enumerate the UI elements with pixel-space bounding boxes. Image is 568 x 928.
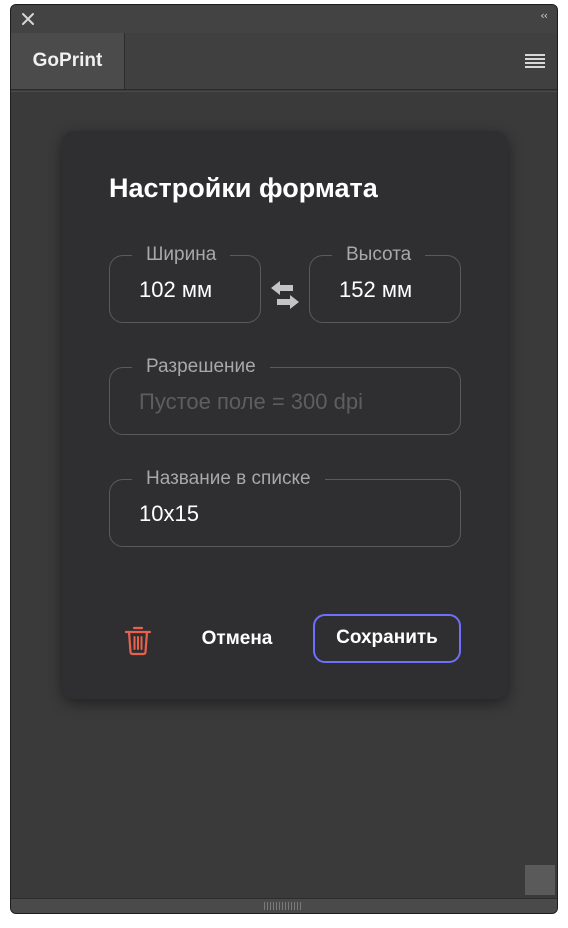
collapse-panel-button[interactable]: ‹‹ xyxy=(540,9,548,22)
list-name-field[interactable]: Название в списке 10x15 xyxy=(109,467,461,548)
format-settings-dialog: Настройки формата Ширина 102 мм Высота 1… xyxy=(62,131,508,699)
tab-goprint[interactable]: GoPrint xyxy=(11,33,125,89)
tab-label: GoPrint xyxy=(32,50,103,71)
goprint-panel: ‹‹ GoPrint Настройки формата Ширина 102 … xyxy=(10,4,558,914)
panel-titlebar: ‹‹ xyxy=(11,5,557,34)
trash-icon xyxy=(124,626,152,656)
scroll-corner[interactable] xyxy=(525,865,555,895)
save-button[interactable]: Сохранить xyxy=(313,614,461,663)
resize-grip-icon[interactable] xyxy=(264,902,302,910)
close-icon xyxy=(22,13,34,25)
panel-bottom-bar xyxy=(11,898,557,913)
double-chevron-left-icon: ‹‹ xyxy=(540,9,548,22)
divider xyxy=(11,91,557,92)
close-button[interactable] xyxy=(19,10,37,28)
dialog-title: Настройки формата xyxy=(109,173,378,203)
delete-button[interactable] xyxy=(123,624,153,656)
height-field[interactable]: Высота 152 мм xyxy=(309,243,461,324)
swap-arrows-icon xyxy=(271,281,299,309)
panel-tabbar: GoPrint xyxy=(11,33,557,90)
hamburger-menu-icon xyxy=(525,54,545,68)
resolution-placeholder[interactable]: Пустое поле = 300 dpi xyxy=(139,368,363,436)
height-value[interactable]: 152 мм xyxy=(339,256,412,324)
resolution-field[interactable]: Разрешение Пустое поле = 300 dpi xyxy=(109,355,461,436)
panel-menu-button[interactable] xyxy=(525,54,545,68)
swap-dimensions-button[interactable] xyxy=(267,279,303,311)
cancel-button[interactable]: Отмена xyxy=(182,615,292,663)
list-name-value[interactable]: 10x15 xyxy=(139,480,199,548)
width-value[interactable]: 102 мм xyxy=(139,256,212,324)
width-field[interactable]: Ширина 102 мм xyxy=(109,243,261,324)
